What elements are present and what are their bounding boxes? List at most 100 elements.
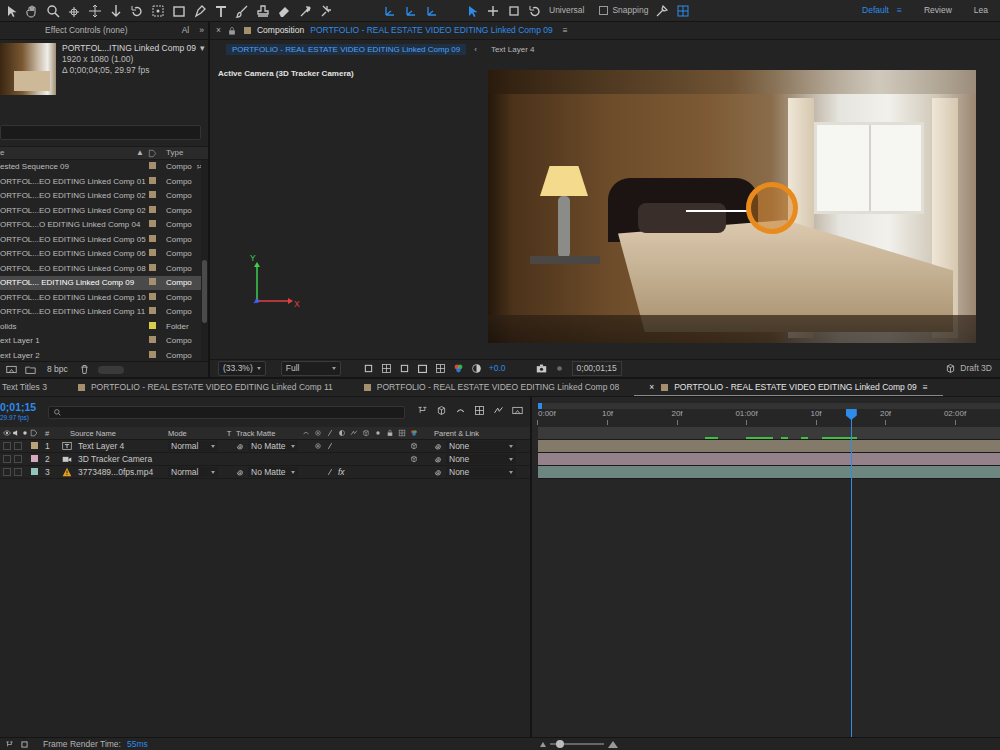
trash-icon[interactable] — [79, 364, 90, 375]
project-item[interactable]: ORTFOL...EO EDITING Linked Comp 10Compo — [0, 290, 201, 305]
workspace-tab[interactable]: Review — [918, 5, 958, 15]
label-swatch[interactable] — [149, 162, 156, 169]
item-name[interactable]: ORTFOL...EO EDITING Linked Comp 10 — [0, 293, 146, 302]
region-icon[interactable] — [363, 363, 374, 374]
selection-icon[interactable] — [4, 4, 18, 18]
project-item[interactable]: ORTFOL...EO EDITING Linked Comp 11Compo — [0, 305, 201, 320]
resolution-value[interactable]: Full — [286, 363, 300, 373]
timeline-tab-label[interactable]: PORTFOLIO - REAL ESTATE VIDEO EDITING Li… — [377, 382, 619, 392]
pan-icon[interactable] — [88, 4, 102, 18]
timeline-tab[interactable]: PORTFOLIO - REAL ESTATE VIDEO EDITING Li… — [62, 379, 348, 396]
panel-tab[interactable]: Al — [182, 25, 190, 35]
workspace-label[interactable]: Lea — [974, 5, 988, 15]
project-item[interactable]: ext Layer 2Compo — [0, 348, 201, 361]
parent-dropdown[interactable]: None — [446, 454, 516, 464]
toggle[interactable] — [98, 366, 124, 374]
zoom-slider[interactable] — [540, 741, 618, 748]
close-button[interactable]: × — [649, 382, 654, 392]
item-name[interactable]: ORTFOL...EO EDITING Linked Comp 02 — [0, 191, 146, 200]
label-swatch[interactable] — [149, 249, 156, 256]
effect-switch[interactable]: fx — [338, 467, 345, 477]
sort-indicator[interactable]: ▲ — [136, 148, 144, 157]
stamp-icon[interactable] — [256, 4, 270, 18]
time-ruler[interactable]: 0:00f10f20f01:00f10f20f02:00f — [532, 397, 1000, 427]
snapshot-icon[interactable] — [536, 363, 547, 374]
panel-overflow[interactable]: » — [199, 25, 204, 35]
mode-dropdown[interactable]: Normal — [168, 467, 218, 477]
label-swatch[interactable] — [149, 220, 156, 227]
3d-layer-icon[interactable] — [410, 442, 418, 450]
move-icon[interactable] — [465, 4, 479, 18]
project-item[interactable]: ested Sequence 09Compo — [0, 160, 201, 175]
item-name-cell[interactable]: ORTFOL...EO EDITING Linked Comp 11 — [0, 307, 148, 317]
timeline-tab[interactable]: PORTFOLIO - REAL ESTATE VIDEO EDITING Li… — [348, 379, 634, 396]
workspace-tab[interactable]: Default≡ — [856, 5, 908, 15]
label-swatch[interactable] — [149, 293, 156, 300]
eraser-icon[interactable] — [277, 4, 291, 18]
switch-collapse-icon[interactable] — [314, 429, 322, 437]
folder-icon[interactable] — [25, 364, 36, 375]
item-name[interactable]: ext Layer 2 — [0, 351, 40, 360]
brush-icon[interactable] — [235, 4, 249, 18]
project-item[interactable]: ORTFOL...EO EDITING Linked Comp 06Compo — [0, 247, 201, 262]
track-matte-dropdown[interactable]: No Matte — [248, 467, 298, 477]
zoom-value[interactable]: (33.3%) — [223, 363, 253, 373]
matte-value[interactable]: No Matte — [251, 441, 286, 451]
layer-search[interactable] — [48, 406, 405, 419]
source-column[interactable]: Source Name — [70, 429, 116, 438]
bit-depth[interactable]: 8 bpc — [44, 364, 71, 374]
mode-value[interactable]: Normal — [171, 441, 198, 451]
guides-icon[interactable] — [417, 363, 428, 374]
item-name[interactable]: olids — [0, 322, 16, 331]
item-name[interactable]: ext Layer 1 — [0, 336, 40, 345]
show-snapshot-icon[interactable] — [554, 363, 565, 374]
color-icon[interactable] — [453, 363, 464, 374]
item-name-cell[interactable]: olids — [0, 322, 148, 332]
expand-icon[interactable] — [20, 740, 29, 749]
bit-depth-label[interactable]: 8 bpc — [47, 364, 68, 374]
layer-bar[interactable] — [538, 440, 1000, 452]
timecode[interactable]: 0;01;1529.97 fps) — [0, 397, 44, 427]
item-name[interactable]: ORTFOL...EO EDITING Linked Comp 02 — [0, 206, 146, 215]
time-value[interactable]: 0;00;01;15 — [577, 363, 617, 373]
project-item[interactable]: ext Layer 1Compo — [0, 334, 201, 349]
resolution-dropdown[interactable]: Full — [281, 361, 341, 375]
zoom-in-icon[interactable] — [608, 741, 618, 748]
switch-adj-icon[interactable] — [338, 429, 346, 437]
zoom-dropdown[interactable]: (33.3%) — [218, 361, 266, 375]
roto-icon[interactable] — [298, 4, 312, 18]
eye-icon[interactable] — [3, 429, 11, 437]
layer-name[interactable]: Text Layer 4 — [78, 441, 124, 451]
dolly-icon[interactable] — [109, 4, 123, 18]
item-name-cell[interactable]: ORTFOL...EO EDITING Linked Comp 10 — [0, 293, 148, 303]
mode-dropdown[interactable]: Normal — [168, 441, 218, 451]
item-name[interactable]: ORTFOL...EO EDITING Linked Comp 05 — [0, 235, 146, 244]
layer-row[interactable]: 23D Tracker CameraNone — [0, 453, 530, 466]
axis-mode-icon[interactable] — [425, 4, 439, 18]
anchor-icon[interactable] — [151, 4, 165, 18]
rotate-icon[interactable] — [528, 4, 542, 18]
time-graph[interactable]: 0:00f10f20f01:00f10f20f02:00f — [532, 397, 1000, 737]
item-name[interactable]: ORTFOL...EO EDITING Linked Comp 06 — [0, 249, 146, 258]
current-time[interactable]: 0;00;01;15 — [572, 361, 622, 375]
mask-icon[interactable] — [399, 363, 410, 374]
pickwhip-icon[interactable] — [236, 442, 245, 451]
panel-menu[interactable]: ≡ — [923, 382, 928, 392]
track-matte-dropdown[interactable]: No Matte — [248, 441, 298, 451]
close-button[interactable]: × — [216, 25, 221, 35]
type-column[interactable]: Type — [166, 148, 183, 158]
switch-shy-icon[interactable] — [302, 429, 310, 437]
label-swatch[interactable] — [149, 351, 156, 358]
snapping-toggle[interactable]: Snapping — [599, 5, 648, 15]
timeline-tab[interactable]: Text Titles 3 — [0, 379, 62, 396]
parent-pickwhip-icon[interactable] — [434, 455, 443, 464]
layer-label-swatch[interactable] — [31, 468, 38, 475]
render-toggle-icon[interactable] — [5, 740, 14, 749]
timeline-tab-label[interactable]: Text Titles 3 — [2, 382, 47, 392]
item-name[interactable]: ORTFOL...O EDITING Linked Comp 04 — [0, 220, 140, 229]
label-swatch[interactable] — [149, 206, 156, 213]
collapse-icon[interactable] — [314, 442, 322, 450]
comp-tab-label[interactable]: PORTFOLIO - REAL ESTATE VIDEO EDITING Li… — [232, 45, 460, 54]
item-name-cell[interactable]: ORTFOL...EO EDITING Linked Comp 01 — [0, 177, 148, 187]
label-swatch[interactable] — [149, 264, 156, 271]
